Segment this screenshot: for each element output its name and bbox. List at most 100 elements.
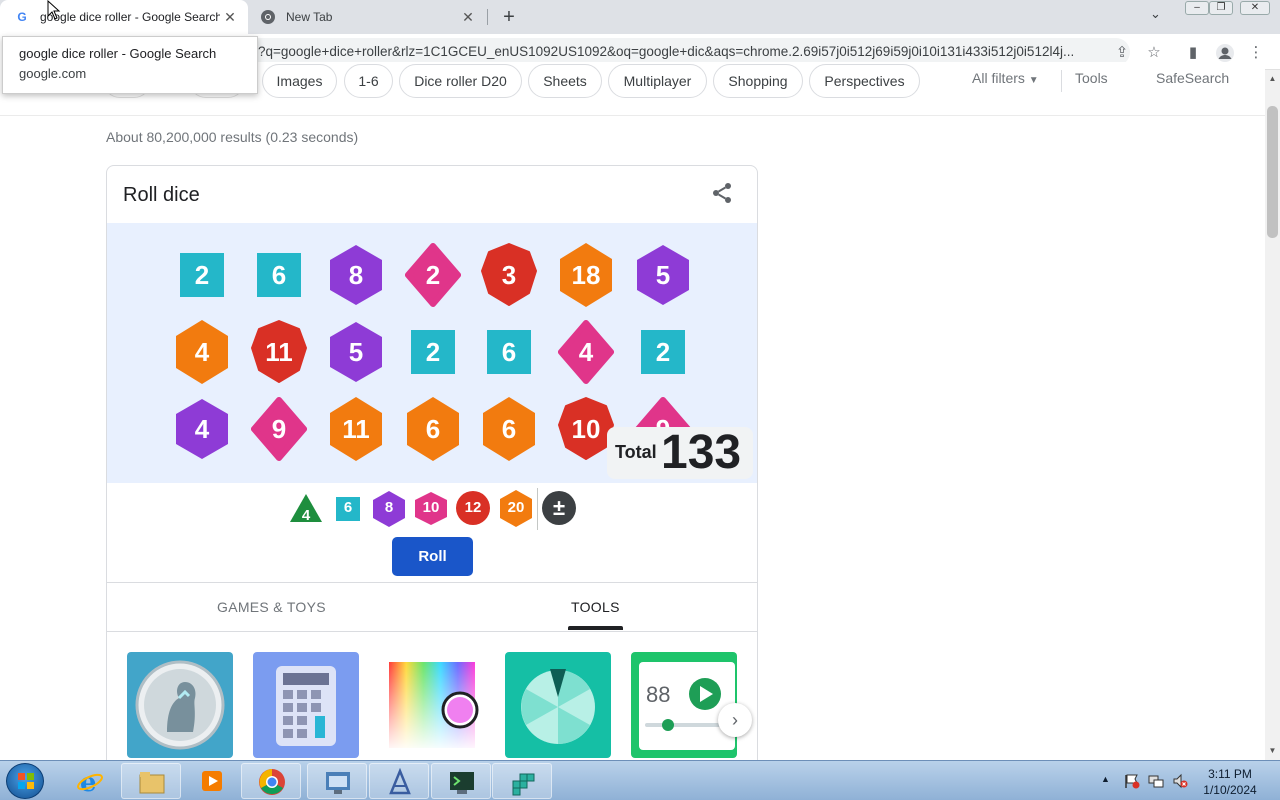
- card-divider: [107, 631, 757, 632]
- die-d12: 3: [481, 241, 537, 309]
- scroll-down-arrow-icon[interactable]: ▼: [1265, 744, 1280, 758]
- dropdown-arrow-icon: ▼: [1028, 75, 1039, 86]
- network-icon[interactable]: [1148, 773, 1164, 789]
- die-d8: 8: [328, 241, 384, 309]
- share-icon[interactable]: [710, 181, 734, 205]
- page-scrollbar[interactable]: ▲ ▼: [1265, 70, 1280, 760]
- die-value: 8: [348, 260, 364, 290]
- taskbar-app-window[interactable]: [307, 763, 367, 799]
- die-value: 4: [194, 337, 210, 367]
- mouse-cursor-icon: [47, 0, 61, 20]
- tab-hover-tooltip: google dice roller - Google Search googl…: [2, 36, 258, 94]
- system-clock[interactable]: 3:11 PM 1/10/2024: [1190, 766, 1270, 798]
- tools-button[interactable]: Tools: [1075, 70, 1108, 86]
- die-d8: 5: [328, 318, 384, 386]
- die-value: 2: [194, 260, 210, 290]
- taskbar-terminal[interactable]: [431, 763, 491, 799]
- tile-coin-flip[interactable]: [127, 652, 233, 758]
- die-d20: 6: [481, 395, 537, 463]
- tab-strip: G google dice roller - Google Search ✕ N…: [0, 0, 1280, 34]
- new-tab-button[interactable]: +: [497, 5, 521, 29]
- tile-spinner[interactable]: [505, 652, 611, 758]
- tab-tools[interactable]: TOOLS: [571, 599, 620, 615]
- minimize-button[interactable]: –: [1185, 1, 1209, 15]
- share-page-icon[interactable]: ⇪: [1112, 43, 1132, 63]
- side-panel-icon[interactable]: ▮: [1183, 43, 1203, 63]
- chrome-icon: [257, 767, 287, 797]
- chip-1-6[interactable]: 1-6: [344, 64, 393, 98]
- menu-kebab-icon[interactable]: ⋮: [1246, 43, 1266, 63]
- chip-dice-roller-d20[interactable]: Dice roller D20: [399, 64, 522, 98]
- tool-icon: [385, 767, 415, 797]
- chrome-icon: [260, 9, 276, 25]
- svg-text:e: e: [80, 768, 97, 796]
- chip-perspectives[interactable]: Perspectives: [809, 64, 920, 98]
- action-center-flag-icon[interactable]: [1124, 773, 1140, 789]
- picker-divider: [537, 488, 538, 530]
- add-d10-button[interactable]: 10: [413, 488, 449, 528]
- die-d10: 9: [251, 395, 307, 463]
- die-d20: 11: [328, 395, 384, 463]
- die-d10: 2: [405, 241, 461, 309]
- die-d6: 2: [405, 318, 461, 386]
- close-tab-icon[interactable]: ✕: [458, 9, 478, 26]
- add-d4-button[interactable]: 4: [288, 488, 324, 528]
- profile-avatar-icon[interactable]: [1215, 43, 1235, 63]
- dice-roller-card: Roll dice 9106611942462511451832862 Tota…: [106, 165, 758, 785]
- taskbar-ie[interactable]: e: [60, 763, 120, 799]
- add-d12-button[interactable]: 12: [455, 488, 491, 528]
- chip-shopping[interactable]: Shopping: [713, 64, 803, 98]
- tooltip-domain: google.com: [19, 66, 87, 81]
- active-tab-indicator: [568, 626, 623, 630]
- tab-new-tab[interactable]: New Tab ✕: [248, 0, 486, 34]
- windows-taskbar: e ▲ 3:11 PM 1/10/2024: [0, 760, 1280, 800]
- die-value: 5: [655, 260, 671, 290]
- timer-value: 88: [646, 682, 671, 707]
- add-d8-button[interactable]: 8: [371, 488, 407, 528]
- die-value: 4: [578, 337, 594, 367]
- roll-button[interactable]: Roll: [392, 537, 473, 576]
- add-d6-button[interactable]: 6: [330, 488, 366, 528]
- die-d10: 4: [558, 318, 614, 386]
- tab-games-toys[interactable]: GAMES & TOYS: [217, 599, 326, 615]
- tile-calculator[interactable]: [253, 652, 359, 758]
- safesearch-button[interactable]: SafeSearch: [1156, 70, 1229, 86]
- next-tiles-arrow[interactable]: ›: [718, 703, 752, 737]
- chip-multiplayer[interactable]: Multiplayer: [608, 64, 707, 98]
- tile-color-picker[interactable]: [379, 652, 485, 758]
- close-tab-icon[interactable]: ✕: [220, 9, 240, 26]
- tab-search-chevron-icon[interactable]: ⌄: [1150, 6, 1161, 22]
- close-window-button[interactable]: ✕: [1240, 1, 1270, 15]
- taskbar-explorer[interactable]: [121, 763, 181, 799]
- picker-label: 20: [507, 499, 525, 516]
- taskbar-app-tool[interactable]: [369, 763, 429, 799]
- scroll-thumb[interactable]: [1267, 106, 1278, 238]
- bookmark-star-icon[interactable]: ☆: [1144, 43, 1164, 63]
- tooltip-title: google dice roller - Google Search: [19, 46, 217, 61]
- tab-divider: [487, 9, 488, 25]
- taskbar-cube-app[interactable]: [492, 763, 552, 799]
- chip-images[interactable]: Images: [262, 64, 337, 98]
- tray-expand-icon[interactable]: ▲: [1101, 774, 1110, 784]
- die-value: 6: [425, 414, 441, 444]
- tile-timer[interactable]: 88: [631, 652, 737, 758]
- taskbar-media[interactable]: [182, 763, 242, 799]
- terminal-icon: [447, 767, 477, 797]
- taskbar-chrome[interactable]: [241, 763, 301, 799]
- chip-sheets[interactable]: Sheets: [528, 64, 602, 98]
- all-filters-label: All filters: [972, 70, 1025, 86]
- add-remove-dice-button[interactable]: ±: [541, 488, 577, 528]
- card-title: Roll dice: [123, 184, 200, 206]
- die-value: 11: [265, 337, 293, 367]
- restore-button[interactable]: ❐: [1209, 1, 1233, 15]
- windows-logo-icon: [18, 773, 34, 789]
- tab-google-search[interactable]: G google dice roller - Google Search ✕: [0, 0, 248, 34]
- add-d20-button[interactable]: 20: [498, 488, 534, 528]
- scroll-up-arrow-icon[interactable]: ▲: [1265, 72, 1280, 86]
- card-divider: [107, 582, 757, 583]
- volume-muted-icon[interactable]: [1172, 773, 1188, 789]
- die-value: 4: [194, 414, 210, 444]
- all-filters-button[interactable]: All filters ▼: [972, 70, 1039, 86]
- die-value: 2: [655, 337, 671, 367]
- start-button[interactable]: [6, 763, 44, 799]
